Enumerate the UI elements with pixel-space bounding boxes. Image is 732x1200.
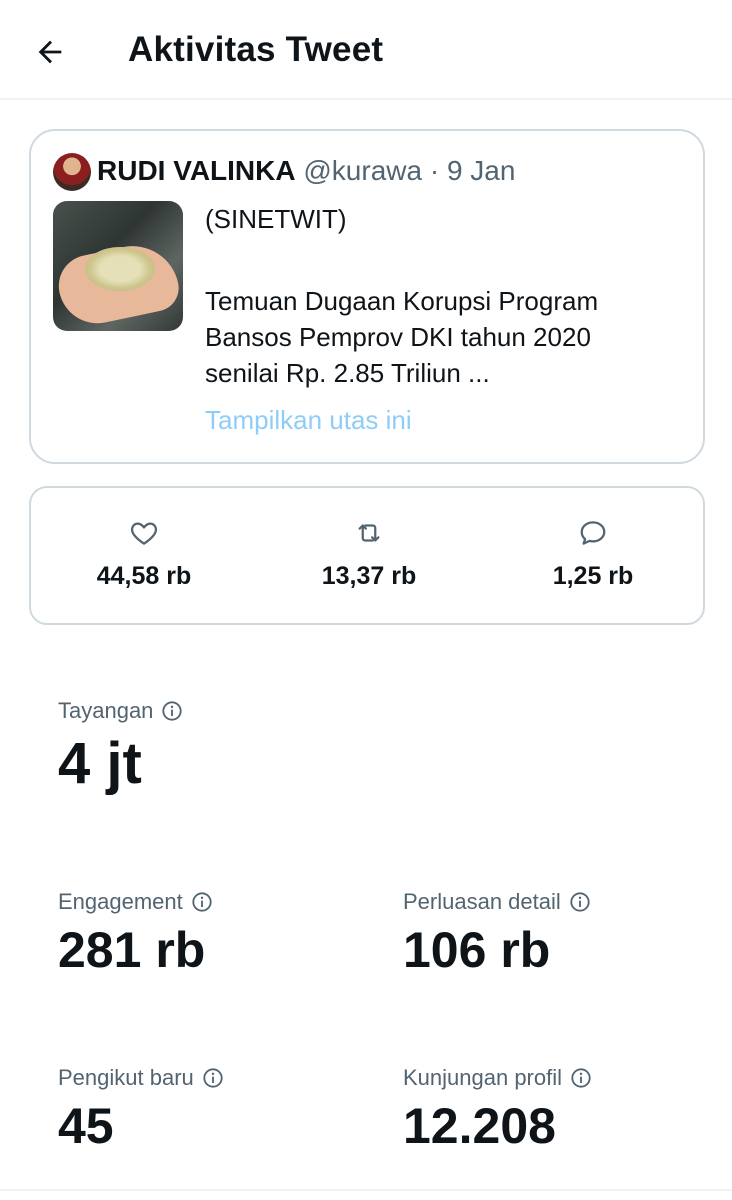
profile-visits-value: 12.208: [403, 1098, 556, 1154]
detail-expands-metric: Perluasan detail 106 rb: [403, 889, 591, 979]
arrow-left-icon: [38, 40, 62, 64]
profile-visits-metric: Kunjungan profil 12.208: [403, 1065, 592, 1155]
back-button[interactable]: [28, 30, 72, 74]
tweet-meta: RUDI VALINKA @kurawa · 9 Jan: [97, 155, 515, 187]
page-title: Aktivitas Tweet: [128, 30, 384, 69]
tweet-text-line: (SINETWIT): [205, 204, 347, 234]
tweet-media-thumbnail[interactable]: [53, 201, 183, 331]
retweet-icon: [269, 516, 469, 550]
tweet-text-line: Temuan Dugaan Korupsi Program: [205, 286, 599, 316]
new-followers-value: 45: [58, 1098, 114, 1154]
info-icon[interactable]: [161, 700, 183, 722]
info-icon[interactable]: [191, 891, 213, 913]
info-icon[interactable]: [569, 891, 591, 913]
detail-expands-label: Perluasan detail: [403, 889, 561, 914]
impressions-label: Tayangan: [58, 698, 154, 723]
replies-stat[interactable]: 1,25 rb: [493, 516, 693, 591]
tweet-date: 9 Jan: [446, 155, 516, 186]
engagements-label: Engagement: [58, 889, 183, 914]
detail-expands-value: 106 rb: [403, 922, 551, 978]
likes-count: 44,58 rb: [96, 562, 192, 590]
bottom-divider: [0, 1189, 732, 1191]
info-icon[interactable]: [202, 1067, 224, 1089]
author-handle: @kurawa: [303, 155, 423, 186]
info-icon[interactable]: [570, 1067, 592, 1089]
engagements-value: 281 rb: [58, 922, 206, 978]
tweet-text-line: Bansos Pemprov DKI tahun 2020: [205, 322, 591, 352]
likes-stat[interactable]: 44,58 rb: [44, 516, 244, 591]
new-followers-metric: Pengikut baru 45: [58, 1065, 224, 1155]
author-name[interactable]: RUDI VALINKA: [97, 155, 296, 186]
replies-count: 1,25 rb: [552, 562, 634, 590]
tweet-text: (SINETWIT) Temuan Dugaan Korupsi Program…: [205, 201, 685, 391]
retweets-count: 13,37 rb: [321, 562, 417, 590]
thumbnail-grain: [85, 247, 155, 291]
engagement-stats-card: 44,58 rb 13,37 rb 1,25 rb: [29, 486, 705, 625]
avatar[interactable]: [53, 153, 91, 191]
profile-visits-label: Kunjungan profil: [403, 1065, 563, 1090]
engagements-metric: Engagement 281 rb: [58, 889, 213, 979]
impressions-value: 4 jt: [58, 731, 142, 796]
tweet-preview-card[interactable]: RUDI VALINKA @kurawa · 9 Jan (SINETWIT) …: [29, 129, 705, 464]
impressions-metric: Tayangan 4 jt: [58, 698, 183, 797]
reply-icon: [493, 516, 693, 550]
new-followers-label: Pengikut baru: [58, 1065, 194, 1090]
tweet-text-line: senilai Rp. 2.85 Triliun ...: [205, 358, 490, 388]
meta-separator: ·: [429, 155, 440, 186]
retweets-stat[interactable]: 13,37 rb: [269, 516, 469, 591]
heart-icon: [44, 516, 244, 550]
show-thread-link[interactable]: Tampilkan utas ini: [205, 405, 412, 436]
top-bar: Aktivitas Tweet: [0, 0, 732, 100]
